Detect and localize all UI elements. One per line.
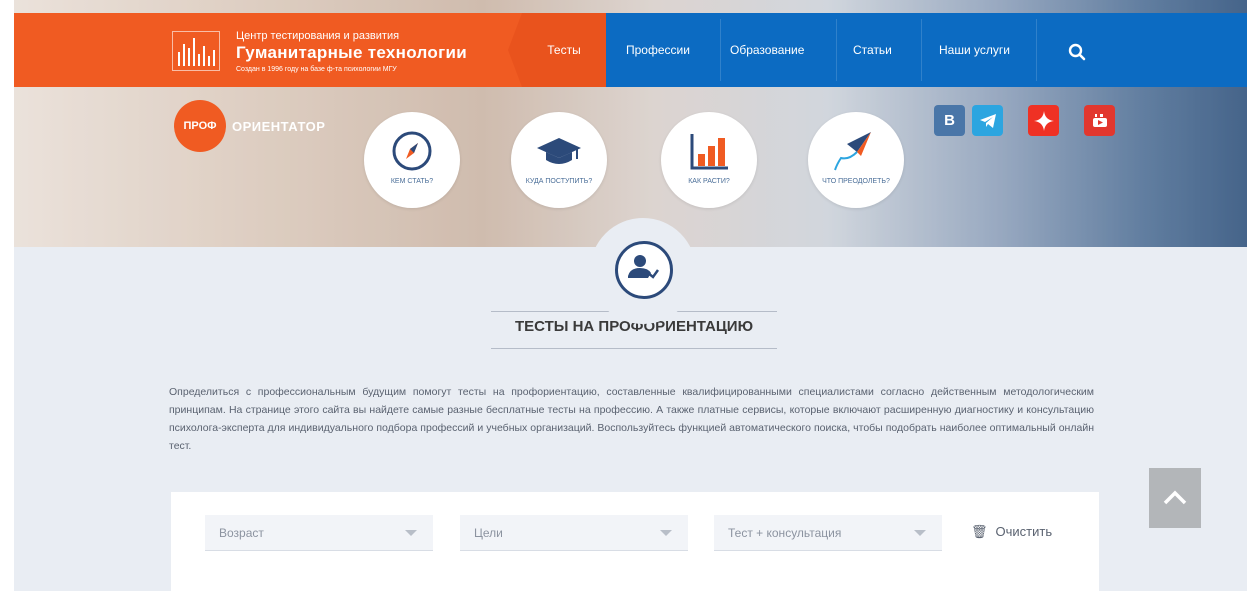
nav-item-services[interactable]: Наши услуги	[939, 13, 1010, 87]
circle-label: КУДА ПОСТУПИТЬ?	[525, 178, 593, 185]
title-divider-bottom	[491, 348, 777, 349]
person-icon	[615, 241, 673, 299]
nav-item-articles[interactable]: Статьи	[853, 13, 892, 87]
brand-tagline: Создан в 1996 году на базе ф-та психолог…	[236, 66, 397, 73]
circle-label: КАК РАСТИ?	[688, 178, 730, 185]
nav-item-professions[interactable]: Профессии	[626, 13, 690, 87]
circle-label: ЧТО ПРЕОДОЛЕТЬ?	[822, 178, 890, 185]
nav-item-education[interactable]: Образование	[730, 13, 804, 87]
brand-title: Гуманитарные технологии	[236, 43, 467, 62]
graduation-cap-icon	[537, 138, 581, 164]
clear-label: Очистить	[995, 524, 1053, 539]
nav-item-tests[interactable]: Тесты	[508, 13, 606, 87]
circle-label: КЕМ СТАТЬ?	[390, 178, 434, 185]
intro-text: Определиться с профессиональным будущим …	[169, 386, 1094, 452]
goals-select-value: Цели	[474, 526, 503, 540]
page: Центр тестирования и развития Гуманитарн…	[14, 0, 1247, 591]
circle-what-to-overcome[interactable]: ЧТО ПРЕОДОЛЕТЬ?	[808, 112, 904, 208]
scroll-to-top-button[interactable]	[1149, 468, 1201, 528]
brand-logo	[172, 31, 220, 71]
chevron-down-icon	[914, 530, 926, 536]
proforientator-name: ОРИЕНТАТОР	[232, 119, 326, 134]
filter-panel: Возраст Цели Тест + консультация 🗑 Очисти…	[171, 492, 1099, 591]
trash-icon: 🗑	[971, 524, 988, 539]
chevron-up-icon	[1163, 490, 1187, 505]
circle-where-to-study[interactable]: КУДА ПОСТУПИТЬ?	[511, 112, 607, 208]
brand-block[interactable]: Центр тестирования и развития Гуманитарн…	[14, 13, 534, 87]
type-select-value: Тест + консультация	[728, 526, 842, 540]
search-icon[interactable]	[1068, 43, 1086, 61]
circle-who-to-become[interactable]: КЕМ СТАТЬ?	[364, 112, 460, 208]
dzen-icon[interactable]	[1028, 105, 1059, 136]
vk-icon[interactable]: В	[934, 105, 965, 136]
nav-bar: Профессии Образование Статьи Наши услуги	[606, 13, 1247, 87]
bar-chart-icon	[690, 134, 728, 170]
chevron-down-icon	[405, 530, 417, 536]
clear-button[interactable]: 🗑 Очистить	[971, 524, 1052, 540]
circle-how-to-grow[interactable]: КАК РАСТИ?	[661, 112, 757, 208]
age-select-value: Возраст	[219, 526, 264, 540]
telegram-icon[interactable]	[972, 105, 1003, 136]
top-navigation: Центр тестирования и развития Гуманитарн…	[14, 13, 1247, 87]
goals-select[interactable]: Цели	[460, 515, 688, 551]
compass-icon	[392, 131, 432, 171]
type-select[interactable]: Тест + консультация	[714, 515, 942, 551]
chevron-down-icon	[660, 530, 672, 536]
brand-subtitle: Центр тестирования и развития	[236, 30, 400, 42]
proforientator-logo[interactable]: ПРОФ	[174, 100, 226, 152]
age-select[interactable]: Возраст	[205, 515, 433, 551]
kite-icon	[834, 132, 871, 171]
section-badge	[590, 218, 696, 324]
youtube-icon[interactable]	[1084, 105, 1115, 136]
